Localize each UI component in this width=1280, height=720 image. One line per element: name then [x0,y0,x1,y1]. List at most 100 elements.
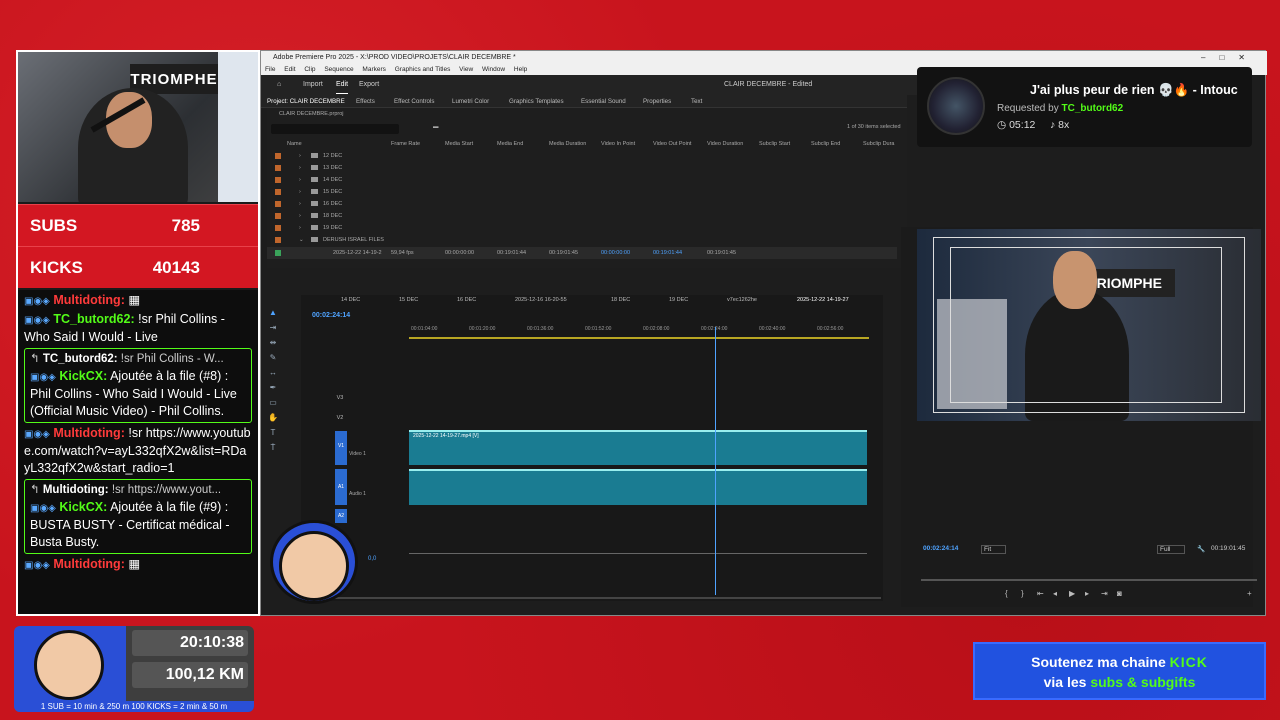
bin-row[interactable]: › 15 DEC [267,186,897,198]
selection-tool-icon[interactable]: ▲ [268,308,278,317]
new-bin-icon[interactable]: ▬ [433,124,439,130]
col-subclip-end[interactable]: Subclip End [811,138,840,150]
menu-graphics[interactable]: Graphics and Titles [395,66,451,73]
timeline-timecode[interactable]: 00:02:24:14 [312,312,350,319]
project-search-input[interactable] [271,124,399,134]
sequence-tab[interactable]: 19 DEC [669,297,688,303]
resolution-select[interactable]: Full [1157,545,1186,554]
bin-row[interactable]: ⌄ DERUSH ISRAEL FILES [267,234,897,246]
type-icon[interactable]: T [268,428,278,437]
support-banner: Soutenez ma chaine KICK via les subs & s… [973,642,1266,700]
export-frame-icon[interactable]: ◙ [1117,589,1122,598]
col-subclip-start[interactable]: Subclip Start [759,138,790,150]
razor-icon[interactable]: ✎ [268,353,278,362]
col-subclip-duration[interactable]: Subclip Dura [863,138,895,150]
col-media-start[interactable]: Media Start [445,138,473,150]
bin-row[interactable]: › 18 DEC [267,210,897,222]
mascot-avatar-large [14,626,126,712]
step-back-icon[interactable]: ◂ [1053,589,1057,598]
sequence-tab[interactable]: v7ec1262he [727,297,757,303]
tab-project[interactable]: Project: CLAIR DECEMBRE [267,95,345,108]
col-frame-rate[interactable]: Frame Rate [391,138,420,150]
bin-row[interactable]: › 19 DEC [267,222,897,234]
sequence-tab[interactable]: 15 DEC [399,297,418,303]
sequence-tab[interactable]: 16 DEC [457,297,476,303]
col-video-in[interactable]: Video In Point [601,138,635,150]
chat-username[interactable]: Multidoting: [53,426,125,440]
slip-icon[interactable]: ↔ [268,368,278,377]
step-forward-icon[interactable]: ▸ [1085,589,1089,598]
audio-clip[interactable] [409,469,867,505]
track-a1-tag[interactable]: A1 [335,469,347,505]
bin-row[interactable]: › 13 DEC [267,162,897,174]
chat-username[interactable]: Multidoting: [53,557,125,571]
tab-effect-controls[interactable]: Effect Controls [394,95,434,108]
menu-sequence[interactable]: Sequence [324,66,353,73]
fit-select[interactable]: Fit [981,545,1007,554]
bin-row[interactable]: › 16 DEC [267,198,897,210]
master-volume[interactable]: 0,0 [368,556,376,562]
menu-clip[interactable]: Clip [304,66,315,73]
wrench-icon[interactable]: 🔧 [1197,545,1205,553]
monitor-timecode[interactable]: 00:02:24:14 [923,545,958,552]
tab-edit[interactable]: Edit [336,77,349,94]
track-a2-tag[interactable]: A2 [335,509,347,523]
tab-effects[interactable]: Effects [356,95,375,108]
menu-help[interactable]: Help [514,66,527,73]
tab-export[interactable]: Export [359,75,379,95]
col-media-duration[interactable]: Media Duration [549,138,586,150]
sequence-tab[interactable]: 18 DEC [611,297,630,303]
mark-in-icon[interactable]: { [1005,589,1008,598]
track-v1-tag[interactable]: V1 [335,431,347,465]
sequence-tab[interactable]: 2025-12-16 16-20-55 [515,297,567,303]
chat-username[interactable]: Multidoting: [53,293,125,307]
col-video-duration[interactable]: Video Duration [707,138,743,150]
col-media-end[interactable]: Media End [497,138,523,150]
go-to-out-icon[interactable]: ⇥ [1101,589,1108,598]
bin-row[interactable]: › 14 DEC [267,174,897,186]
kicks-value: 40143 [152,257,200,277]
subs-label: SUBS [30,215,78,235]
monitor-scrubber[interactable] [921,579,1257,581]
pen-icon[interactable]: ✒ [268,383,278,392]
ripple-edit-icon[interactable]: ⇹ [268,338,278,347]
tab-text[interactable]: Text [691,95,702,108]
sequence-tab[interactable]: 14 DEC [341,297,360,303]
bin-row[interactable]: › 12 DEC [267,150,897,162]
track-select-icon[interactable]: ⇥ [268,323,278,332]
video-clip[interactable]: 2025-12-22 14-19-27.mp4 [V] [409,430,867,465]
mark-out-icon[interactable]: } [1021,589,1024,598]
playhead[interactable] [715,327,716,595]
add-button-icon[interactable]: + [1247,589,1252,598]
track-v2[interactable]: V2 [305,413,409,425]
chat-username[interactable]: KickCX: [59,369,107,383]
home-icon[interactable]: ⌂ [277,75,281,95]
chat-username[interactable]: TC_butord62: [53,312,134,326]
caption-icon[interactable]: Ṫ [268,443,278,452]
tab-essential-sound[interactable]: Essential Sound [581,95,626,108]
menu-markers[interactable]: Markers [362,66,385,73]
col-name[interactable]: Name [287,138,302,150]
rectangle-icon[interactable]: ▭ [268,398,278,407]
timeline-scrollbar[interactable] [301,597,881,599]
go-to-in-icon[interactable]: ⇤ [1037,589,1044,598]
tab-import[interactable]: Import [303,75,323,95]
menu-file[interactable]: File [265,66,275,73]
tab-properties[interactable]: Properties [643,95,671,108]
chat-message: ▣◉◈ TC_butord62: !sr Phil Collins - Who … [24,311,252,346]
sequence-tab-active[interactable]: 2025-12-22 14-19-27 [797,297,849,303]
tab-graphics-templates[interactable]: Graphics Templates [509,95,564,108]
tab-lumetri[interactable]: Lumetri Color [452,95,489,108]
col-video-out[interactable]: Video Out Point [653,138,691,150]
track-v3[interactable]: V3 [305,393,409,405]
menu-edit[interactable]: Edit [284,66,295,73]
chat-username[interactable]: KickCX: [59,500,107,514]
menu-view[interactable]: View [459,66,473,73]
window-controls[interactable]: –□✕ [1201,51,1259,64]
clip-row[interactable]: 2025-12-22 14-19-2 59,94 fps 00:00:00:00… [267,247,897,259]
timeline-ruler[interactable]: 00:01:04:00 00:01:20:00 00:01:36:00 00:0… [409,323,869,341]
hand-icon[interactable]: ✋ [268,413,278,422]
play-icon[interactable]: ▶ [1069,589,1075,598]
requested-by: Requested by TC_butord62 [997,103,1124,114]
menu-window[interactable]: Window [482,66,505,73]
